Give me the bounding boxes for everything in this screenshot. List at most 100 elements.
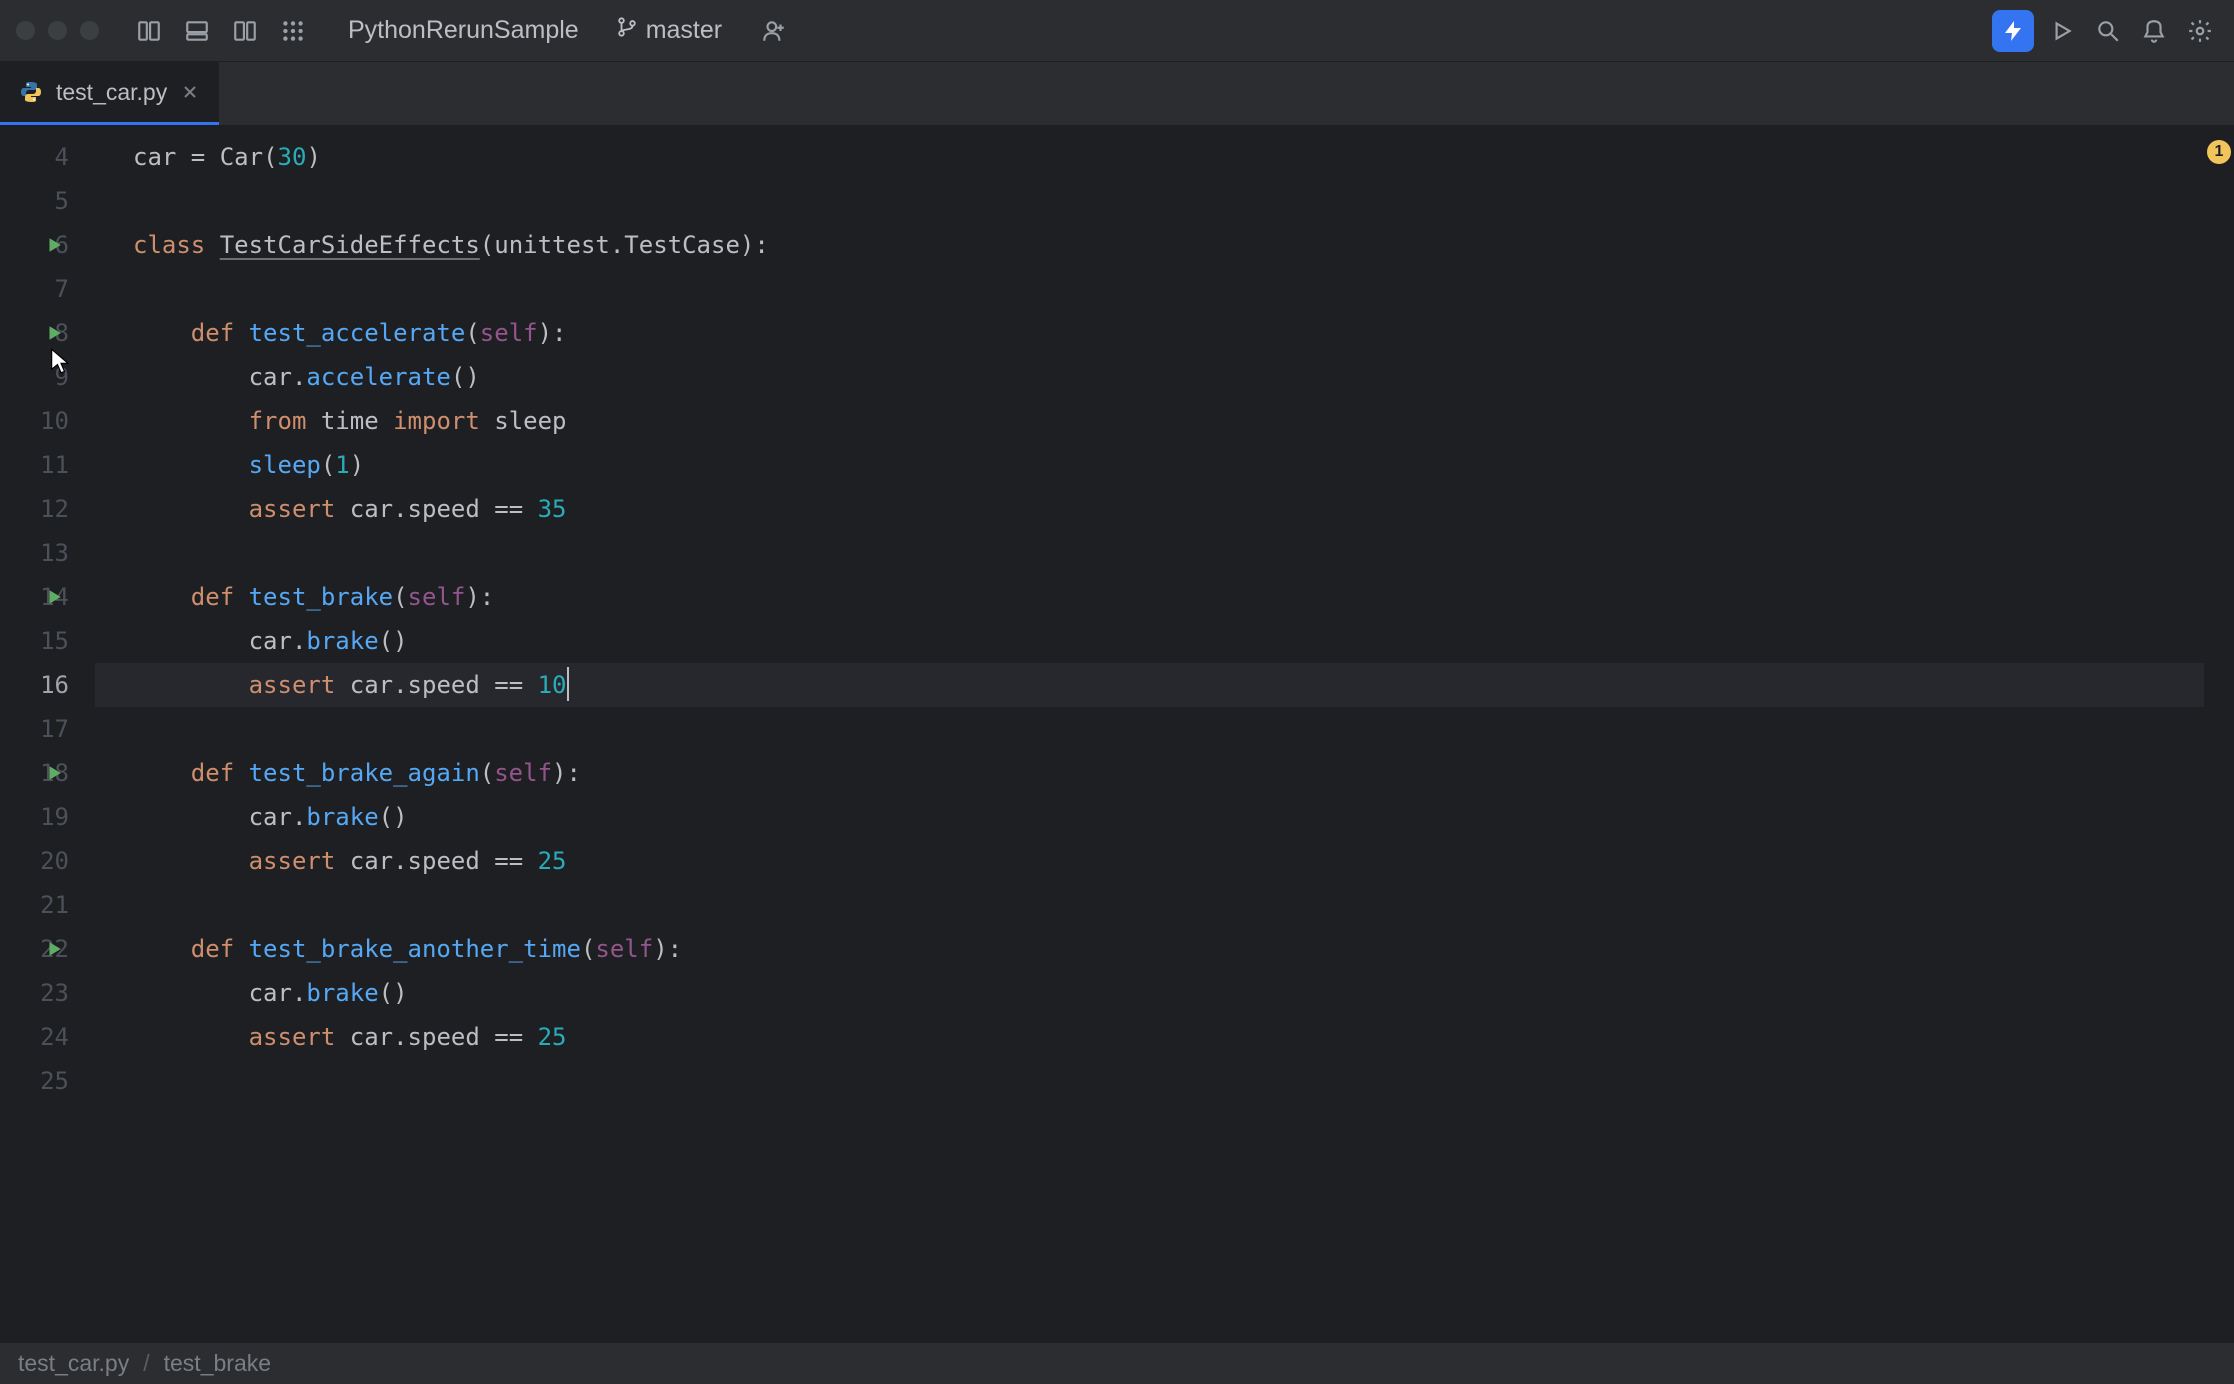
code-line: def test_accelerate(self): [95,311,2204,355]
gutter-row[interactable]: 14 [0,575,95,619]
traffic-lights [16,21,99,40]
line-number: 23 [40,979,69,1007]
breadcrumb-file[interactable]: test_car.py [18,1350,129,1377]
gutter-row[interactable]: 19 [0,795,95,839]
gutter-row[interactable]: 16 [0,663,95,707]
run-test-icon[interactable] [42,233,66,257]
line-number: 7 [55,275,69,303]
project-tool-window-icon[interactable] [131,13,167,49]
editor-tab-test-car[interactable]: test_car.py [0,62,219,125]
notifications-icon[interactable] [2136,13,2172,49]
gutter-row[interactable]: 23 [0,971,95,1015]
code-line: car = Car(30) [95,135,2204,179]
code-line: from time import sleep [95,399,2204,443]
window-maximize-button[interactable] [80,21,99,40]
gutter-row[interactable]: 7 [0,267,95,311]
code-line: def test_brake(self): [95,575,2204,619]
gutter-row[interactable]: 13 [0,531,95,575]
line-number: 17 [40,715,69,743]
vcs-branch-button[interactable]: master [616,16,722,45]
code-line: assert car.speed == 35 [95,487,2204,531]
line-number: 20 [40,847,69,875]
gutter-row[interactable]: 17 [0,707,95,751]
gutter-row[interactable]: 20 [0,839,95,883]
editor-gutter: 4 5 6 7 8 9 10 11 12 13 14 15 16 17 18 1… [0,126,95,1342]
code-line [95,707,2204,751]
bottom-tool-window-icon[interactable] [179,13,215,49]
gutter-row[interactable]: 18 [0,751,95,795]
right-tool-window-icon[interactable] [227,13,263,49]
gutter-row[interactable]: 8 [0,311,95,355]
code-line: car.brake() [95,619,2204,663]
tab-bar: test_car.py [0,62,2234,126]
gutter-row[interactable]: 10 [0,399,95,443]
code-line: def test_brake_another_time(self): [95,927,2204,971]
line-number: 10 [40,407,69,435]
run-test-icon[interactable] [42,321,66,345]
run-test-icon[interactable] [42,585,66,609]
code-line: def test_brake_again(self): [95,751,2204,795]
gutter-row[interactable]: 21 [0,883,95,927]
breadcrumb-separator: / [143,1350,149,1377]
right-gutter: 1 [2204,126,2234,1342]
code-line: car.brake() [95,795,2204,839]
add-user-icon[interactable] [756,13,792,49]
code-content[interactable]: car = Car(30) class TestCarSideEffects(u… [95,126,2204,1342]
gutter-row[interactable]: 12 [0,487,95,531]
project-name[interactable]: PythonRerunSample [348,16,579,45]
line-number: 15 [40,627,69,655]
code-line: assert car.speed == 25 [95,839,2204,883]
line-number: 13 [40,539,69,567]
gutter-row[interactable]: 22 [0,927,95,971]
search-icon[interactable] [2090,13,2126,49]
gutter-row[interactable]: 11 [0,443,95,487]
code-line [95,267,2204,311]
line-number: 24 [40,1023,69,1051]
window-minimize-button[interactable] [48,21,67,40]
code-line [95,531,2204,575]
run-test-icon[interactable] [42,937,66,961]
run-test-icon[interactable] [42,761,66,785]
line-number: 9 [55,363,69,391]
line-number: 11 [40,451,69,479]
code-line [95,179,2204,223]
line-number: 16 [40,671,69,699]
line-number: 25 [40,1067,69,1095]
run-button-icon[interactable] [2044,13,2080,49]
branch-name: master [646,16,722,45]
settings-icon[interactable] [2182,13,2218,49]
tab-file-name: test_car.py [56,79,167,106]
line-number: 4 [55,143,69,171]
window-close-button[interactable] [16,21,35,40]
code-line: class TestCarSideEffects(unittest.TestCa… [95,223,2204,267]
line-number: 5 [55,187,69,215]
code-line [95,883,2204,927]
code-line: car.accelerate() [95,355,2204,399]
line-number: 19 [40,803,69,831]
toolbar-right [1992,10,2218,52]
code-line: car.brake() [95,971,2204,1015]
tab-close-icon[interactable] [179,81,201,103]
breadcrumb-bar: test_car.py / test_brake [0,1342,2234,1384]
gutter-row[interactable]: 15 [0,619,95,663]
code-line [95,1059,2204,1103]
gutter-row[interactable]: 4 [0,135,95,179]
code-line: sleep(1) [95,443,2204,487]
gutter-row[interactable]: 25 [0,1059,95,1103]
python-file-icon [18,79,44,105]
editor[interactable]: 4 5 6 7 8 9 10 11 12 13 14 15 16 17 18 1… [0,126,2234,1342]
gutter-row[interactable]: 9 [0,355,95,399]
code-line: assert car.speed == 25 [95,1015,2204,1059]
text-caret [567,667,569,701]
warnings-badge[interactable]: 1 [2207,140,2231,164]
breadcrumb-symbol[interactable]: test_brake [164,1350,271,1377]
gutter-row[interactable]: 24 [0,1015,95,1059]
gutter-row[interactable]: 5 [0,179,95,223]
apps-grid-icon[interactable] [275,13,311,49]
line-number: 21 [40,891,69,919]
code-line: assert car.speed == 10 [95,663,2204,707]
branch-icon [616,16,638,45]
top-toolbar: PythonRerunSample master [0,0,2234,62]
ai-assistant-button[interactable] [1992,10,2034,52]
gutter-row[interactable]: 6 [0,223,95,267]
